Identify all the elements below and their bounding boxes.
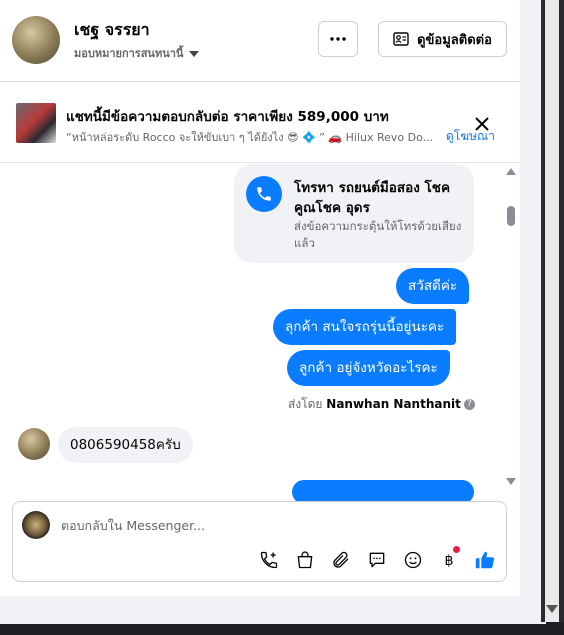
sent-by-note: ส่งโดย Nanwhan Nanthanit? [288,395,475,414]
outgoing-message[interactable]: ลูกค้า อยู่จังหวัดอะไรคะ [287,350,450,386]
contact-name[interactable]: เชฐ จรรยา [74,18,150,43]
info-icon[interactable]: ? [463,399,475,410]
baht-icon[interactable]: ฿ [437,546,461,572]
call-prompt-card: โทรหา รถยนต์มือสอง โชคคูณโชค อุดร ส่งข้อ… [234,164,474,263]
outgoing-message[interactable]: ลุกค้า สนใจรถรุ่นนี้อยู่นะคะ [273,309,457,345]
emoji-icon[interactable] [401,548,425,572]
assign-label: มอบหมายการสนทนานี้ [74,47,184,60]
ad-thumbnail [16,103,56,143]
window-scroll-track[interactable] [545,0,559,622]
call-prompt-title: โทรหา รถยนต์มือสอง โชคคูณโชค อุดร [294,180,451,216]
window-scroll-down-icon[interactable] [546,605,558,613]
message-composer: ฿ [12,501,507,582]
ad-title: แชทนี้มีข้อความตอบกลับต่อ ราคาเพียง 589,… [66,109,389,125]
contact-avatar[interactable] [12,16,60,64]
phone-plus-icon[interactable] [257,548,281,572]
window-scrollbar[interactable] [541,0,564,622]
more-dots-icon [330,37,346,41]
scroll-up-arrow-icon[interactable] [506,168,516,175]
sent-by-prefix: ส่งโดย [288,397,323,411]
caret-down-icon [189,51,200,57]
sender-avatar[interactable] [18,428,50,460]
view-contact-button[interactable]: ดูข้อมูลติดต่อ [378,21,507,57]
page-avatar [22,511,50,539]
scroll-down-arrow-icon[interactable] [506,478,516,485]
phone-icon [246,176,282,212]
sent-by-name: Nanwhan Nanthanit [326,397,461,411]
thumbs-up-icon[interactable] [473,548,497,572]
outgoing-message[interactable]: สวัสดีค่ะ [396,268,470,304]
close-icon[interactable] [474,116,490,132]
conversation-header: เชฐ จรรยา มอบหมายการสนทนานี้ ดูข้อมูลติด… [0,0,520,82]
incoming-message[interactable]: 0806590458ครับ [58,427,193,463]
ad-subtitle: “หน้าหล่อระดับ Rocco จะให้ขับเบา ๆ ได้ยั… [66,131,434,144]
svg-text:฿: ฿ [444,553,453,569]
messenger-conversation-panel: เชฐ จรรยา มอบหมายการสนทนานี้ ดูข้อมูลติด… [0,0,520,596]
call-prompt-subtitle: ส่งข้อความกระตุ้นให้โทรด้วยเสียงแล้ว [294,219,462,250]
saved-replies-icon[interactable] [365,548,389,572]
paperclip-icon[interactable] [329,548,353,572]
scroll-thumb[interactable] [507,206,515,226]
window-edge [520,0,541,622]
window-bottom-bar [0,596,546,624]
shopping-bag-icon[interactable] [293,548,317,572]
view-contact-label: ดูข้อมูลติดต่อ [417,32,492,48]
more-options-button[interactable] [318,21,358,57]
assign-conversation-dropdown[interactable]: มอบหมายการสนทนานี้ [74,44,200,62]
ad-context-banner: แชทนี้มีข้อความตอบกลับต่อ ราคาเพียง 589,… [0,83,520,163]
notification-dot [453,546,460,553]
contact-card-icon [393,32,409,46]
reply-input[interactable] [61,514,491,536]
